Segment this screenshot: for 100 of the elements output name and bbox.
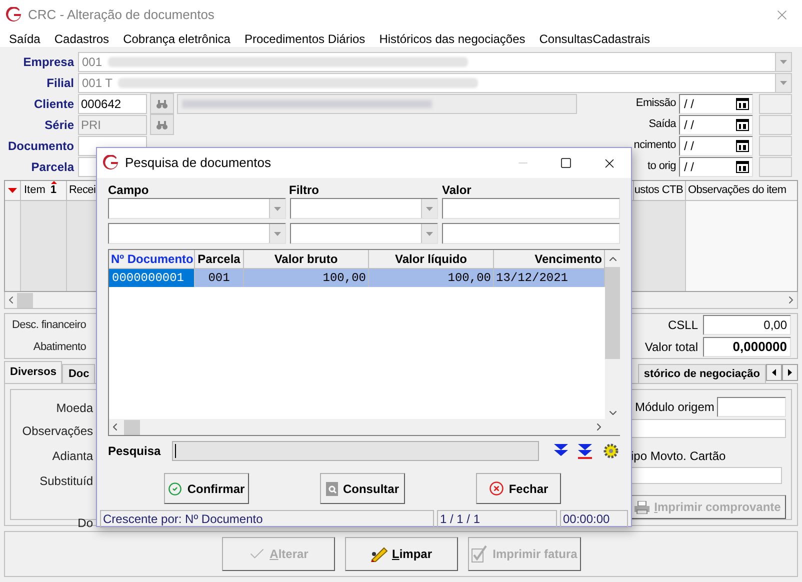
value-field[interactable] <box>442 223 620 244</box>
printer-icon <box>634 500 650 514</box>
small-field[interactable] <box>759 156 792 176</box>
date-value: / / <box>684 138 694 154</box>
dropdown-button[interactable] <box>269 199 285 218</box>
dialog-button[interactable]: Consultar <box>320 473 405 504</box>
field-label: Moeda <box>55 400 93 417</box>
scroll-thumb[interactable] <box>17 292 33 308</box>
menu-item[interactable]: ConsultasCadastrais <box>539 30 650 48</box>
filter-header: Valor <box>442 182 472 198</box>
menu-item[interactable]: Cadastros <box>54 30 110 48</box>
module-field[interactable] <box>717 397 786 417</box>
triangle-right-icon <box>788 369 792 376</box>
column-header[interactable]: ustos CTB <box>633 181 685 200</box>
triangle-left-icon <box>772 369 776 376</box>
select-field[interactable]: 001 T <box>78 72 792 92</box>
caret-icon <box>780 60 787 64</box>
text-field[interactable] <box>631 419 786 438</box>
maximize-icon[interactable] <box>560 157 572 169</box>
calendar-icon[interactable] <box>736 140 749 152</box>
dropdown-button[interactable] <box>775 74 791 92</box>
caret-icon <box>274 206 281 210</box>
column-header[interactable]: Valor bruto <box>244 250 369 268</box>
column-header[interactable]: Observações do item <box>685 181 797 200</box>
tab-scroll-right[interactable] <box>782 364 798 381</box>
calendar-icon[interactable] <box>736 118 749 130</box>
column-header[interactable]: Valor líquido <box>369 250 494 268</box>
filter-select[interactable] <box>290 223 438 244</box>
select-field[interactable]: 001 <box>78 52 792 72</box>
small-field[interactable] <box>759 94 792 114</box>
vertical-scrollbar[interactable] <box>605 250 620 435</box>
date-label: ncimento <box>634 138 677 154</box>
calendar-icon[interactable] <box>736 160 749 172</box>
eraser-pen-icon <box>370 546 388 562</box>
tab-scroll-left[interactable] <box>766 364 782 381</box>
tab[interactable]: stórico de negociação <box>638 364 766 383</box>
total-label: Desc. financeiro <box>12 318 86 333</box>
date-field[interactable]: / / <box>679 114 753 134</box>
close-circle-icon <box>488 481 504 496</box>
menu-item[interactable]: Procedimentos Diários <box>244 30 366 48</box>
code-field[interactable]: 000642 <box>78 94 147 114</box>
total-label: Abatimento <box>32 340 86 355</box>
search-field[interactable] <box>172 441 539 461</box>
search-document-icon <box>326 482 338 496</box>
select-value: 001 <box>81 54 102 70</box>
date-label: Saída <box>648 117 678 132</box>
field-select[interactable] <box>108 198 286 219</box>
double-down-arrow-icon[interactable] <box>554 443 568 459</box>
tab[interactable]: Diversos <box>4 361 62 383</box>
date-field[interactable]: / / <box>679 156 753 176</box>
menu-item[interactable]: Históricos das negociações <box>379 30 526 48</box>
date-field[interactable]: / / <box>679 94 753 114</box>
lookup-button[interactable] <box>150 93 174 114</box>
dropdown-button[interactable] <box>269 224 285 243</box>
horizontal-scrollbar[interactable] <box>109 419 605 435</box>
column-header[interactable]: Parcela <box>195 250 244 268</box>
field-label: Observações <box>21 423 93 440</box>
date-field[interactable]: / / <box>679 136 753 156</box>
table-cell: 001 <box>195 269 244 287</box>
small-field[interactable] <box>759 136 792 156</box>
small-field[interactable] <box>759 114 792 134</box>
column-header[interactable]: Item 1 <box>21 181 67 200</box>
calendar-icon[interactable] <box>736 98 749 110</box>
window-title: CRC - Alteração de documentos <box>28 6 214 24</box>
dialog-button[interactable]: Confirmar <box>164 473 249 504</box>
double-down-arrow-icon[interactable] <box>578 443 592 459</box>
dropdown-button[interactable] <box>421 224 437 243</box>
status-panel: Crescente por: Nº Documento <box>100 510 434 528</box>
field-label: Filial <box>46 74 75 92</box>
filter-header: Filtro <box>289 182 320 198</box>
dropdown-button[interactable] <box>421 199 437 218</box>
column-header[interactable]: Nº Documento <box>109 250 195 268</box>
scroll-thumb[interactable] <box>605 267 620 359</box>
total-field[interactable]: 0,00 <box>703 315 791 335</box>
name-field[interactable] <box>177 94 577 114</box>
field-label: Adianta <box>51 448 93 465</box>
field-select[interactable] <box>108 223 286 244</box>
table-cell: 100,00 <box>369 269 494 287</box>
filter-select[interactable] <box>290 198 438 219</box>
total-field[interactable]: 0,000000 <box>703 337 791 357</box>
table-cell: 100,00 <box>244 269 369 287</box>
table-cell: 0000000001 <box>109 269 195 287</box>
action-button[interactable]: Limpar <box>344 537 458 571</box>
dropdown-button[interactable] <box>775 52 791 70</box>
total-label: Valor total <box>644 339 699 356</box>
field-label: Série <box>44 116 75 134</box>
menu-item[interactable]: Saída <box>9 30 40 48</box>
scroll-thumb[interactable] <box>124 420 140 434</box>
text-field[interactable] <box>631 466 782 484</box>
binoculars-icon <box>156 120 168 130</box>
tab[interactable]: Doc <box>62 364 96 383</box>
gear-icon[interactable] <box>602 443 620 459</box>
value-field[interactable] <box>442 198 620 219</box>
menu-item[interactable]: Cobrança eletrônica <box>123 30 230 48</box>
date-value: / / <box>684 158 694 176</box>
select-value: 001 T <box>81 74 112 92</box>
total-value: 0,00 <box>764 318 787 332</box>
caret-icon <box>274 232 281 236</box>
table-row[interactable]: 0000000001 001 100,00 100,00 13/12/2021 <box>109 269 605 287</box>
dialog-button[interactable]: Fechar <box>476 473 561 504</box>
